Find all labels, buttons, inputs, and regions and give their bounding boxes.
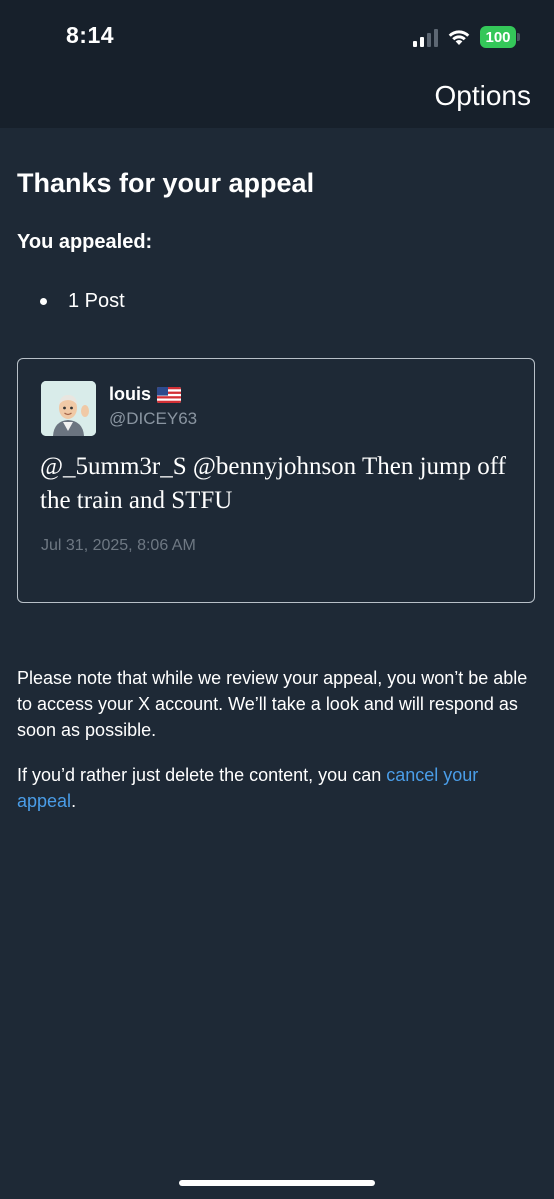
top-bar: 8:14 100 Options bbox=[0, 0, 554, 128]
delete-note-text: If you’d rather just delete the content,… bbox=[17, 765, 387, 785]
home-indicator[interactable] bbox=[179, 1180, 375, 1186]
us-flag-icon bbox=[157, 386, 182, 403]
bullet-icon bbox=[40, 298, 47, 305]
appealed-post-card: louis @DICEY63 @_5umm3r_S @bennyjohnson … bbox=[17, 358, 535, 603]
avatar bbox=[41, 381, 96, 436]
author-name-text: louis bbox=[109, 384, 152, 404]
author-handle: @DICEY63 bbox=[109, 409, 198, 428]
options-button[interactable]: Options bbox=[435, 80, 532, 112]
page-title: Thanks for your appeal bbox=[17, 168, 315, 198]
appealed-list-item: 1 Post bbox=[40, 290, 125, 313]
wifi-icon bbox=[448, 30, 470, 45]
battery-level: 100 bbox=[485, 28, 511, 46]
delete-content-note: If you’d rather just delete the content,… bbox=[17, 762, 537, 814]
author-name: louis bbox=[109, 384, 182, 405]
appealed-label: You appealed: bbox=[17, 231, 153, 253]
review-notice: Please note that while we review your ap… bbox=[17, 668, 528, 740]
status-icons: 100 bbox=[413, 25, 520, 49]
post-date: Jul 31, 2025, 8:06 AM bbox=[41, 537, 196, 554]
cellular-signal-icon bbox=[413, 28, 438, 47]
battery-icon: 100 bbox=[480, 26, 520, 48]
post-text: @_5umm3r_S @bennyjohnson Then jump off t… bbox=[40, 453, 506, 514]
appealed-item-label: 1 Post bbox=[68, 290, 125, 312]
status-time: 8:14 bbox=[66, 22, 115, 48]
delete-note-suffix: . bbox=[71, 791, 77, 811]
